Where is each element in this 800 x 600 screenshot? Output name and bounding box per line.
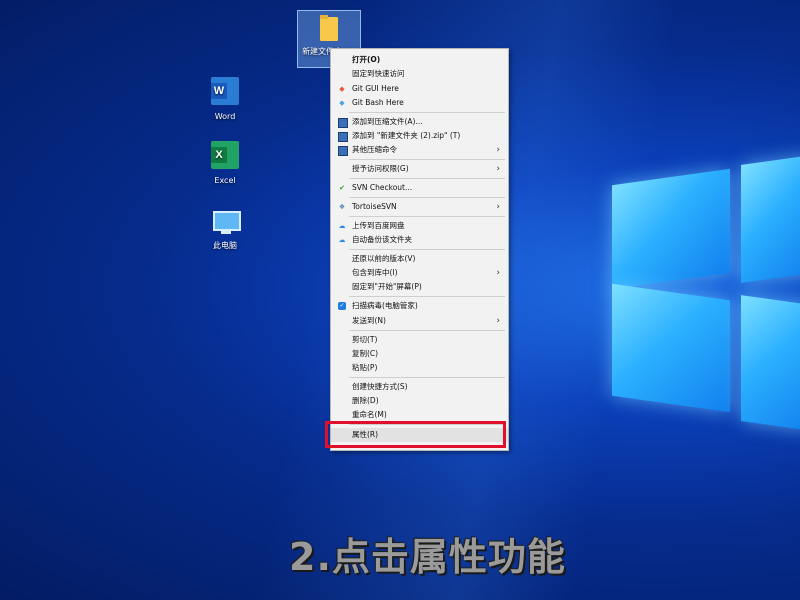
desktop-icon-word[interactable]: W Word [194,77,256,121]
menu-item-open[interactable]: 打开(O) [331,53,508,67]
menu-item-pin-quick-access[interactable]: 固定到快速访问 [331,67,508,81]
menu-item-upload-baidu[interactable]: ☁ 上传到百度网盘 [331,219,508,233]
menu-separator [349,330,505,331]
word-icon: W [209,77,241,109]
context-menu: 打开(O) 固定到快速访问 ◆ Git GUI Here ◆ Git Bash He… [330,48,509,451]
desktop-icon-label: Word [214,112,236,121]
archive-icon [338,132,348,142]
svn-checkout-icon: ✔ [339,184,345,192]
menu-item-send-to[interactable]: 发送到(N) › [331,314,508,328]
menu-item-delete[interactable]: 删除(D) [331,394,508,408]
menu-separator [349,216,505,217]
chevron-right-icon: › [496,145,500,155]
menu-separator [349,296,505,297]
menu-item-grant-access[interactable]: 授予访问权限(G) › [331,162,508,176]
menu-item-other-compress[interactable]: 其他压缩命令 › [331,143,508,157]
menu-item-pin-start[interactable]: 固定到"开始"屏幕(P) [331,280,508,294]
windows-logo-pane [741,155,800,283]
git-gui-icon: ◆ [339,85,345,93]
excel-badge: X [211,147,227,163]
menu-item-scan-virus[interactable]: ✓ 扫描病毒(电脑管家) [331,299,508,313]
menu-separator [349,159,505,160]
archive-icon [338,146,348,156]
menu-item-svn-checkout[interactable]: ✔ SVN Checkout... [331,181,508,195]
windows-logo-pane [741,295,800,431]
menu-separator [349,112,505,113]
computer-icon [209,205,241,237]
menu-item-paste[interactable]: 粘贴(P) [331,361,508,375]
menu-item-tortoisesvn[interactable]: ❖ TortoiseSVN › [331,200,508,214]
menu-item-rename[interactable]: 重命名(M) [331,408,508,422]
windows-logo-pane [612,283,730,413]
menu-item-auto-backup[interactable]: ☁ 自动备份该文件夹 [331,233,508,247]
baidu-cloud-icon: ☁ [338,236,346,244]
chevron-right-icon: › [496,164,500,174]
tortoisesvn-icon: ❖ [338,203,346,211]
menu-item-copy[interactable]: 复制(C) [331,347,508,361]
menu-item-include-library[interactable]: 包含到库中(I) › [331,266,508,280]
menu-item-git-gui[interactable]: ◆ Git GUI Here [331,82,508,96]
menu-item-restore-versions[interactable]: 还原以前的版本(V) [331,252,508,266]
menu-item-create-shortcut[interactable]: 创建快捷方式(S) [331,380,508,394]
highlight-box [325,421,506,448]
desktop-icon-excel[interactable]: X Excel [194,141,256,185]
chevron-right-icon: › [496,316,500,326]
menu-item-cut[interactable]: 剪切(T) [331,333,508,347]
menu-item-add-archive[interactable]: 添加到压缩文件(A)... [331,115,508,129]
desktop-icon-this-pc[interactable]: 此电脑 [194,205,256,251]
menu-separator [349,249,505,250]
menu-item-git-bash[interactable]: ◆ Git Bash Here [331,96,508,110]
chevron-right-icon: › [496,268,500,278]
baidu-cloud-icon: ☁ [338,222,346,230]
tutorial-caption: 2.点击属性功能 [289,535,566,579]
archive-icon [338,118,348,128]
excel-icon: X [209,141,241,173]
git-bash-icon: ◆ [339,99,345,107]
menu-item-add-zip[interactable]: 添加到 "新建文件夹 (2).zip" (T) [331,129,508,143]
chevron-right-icon: › [496,202,500,212]
menu-separator [349,197,505,198]
shield-icon: ✓ [338,302,346,310]
menu-separator [349,377,505,378]
desktop-icon-label: 此电脑 [213,241,237,250]
word-badge: W [211,83,227,99]
menu-separator [349,178,505,179]
windows-logo-pane [612,168,730,290]
folder-icon [313,11,345,43]
desktop-icon-label: Excel [214,176,236,185]
